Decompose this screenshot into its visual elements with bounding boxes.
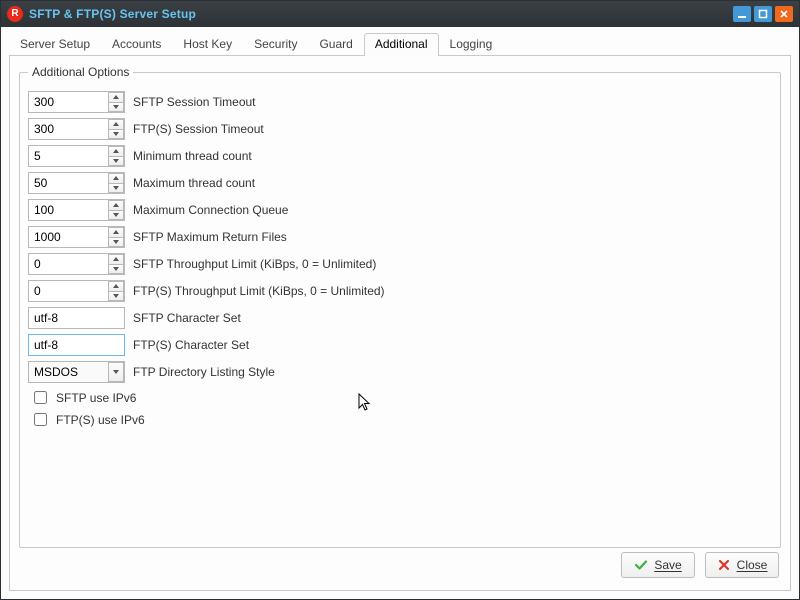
close-button[interactable]: Close <box>705 552 779 578</box>
spin-down-icon[interactable] <box>108 264 124 275</box>
spin-down-icon[interactable] <box>108 237 124 248</box>
client-area: Server Setup Accounts Host Key Security … <box>1 27 799 599</box>
spin-up-icon[interactable] <box>108 200 124 210</box>
window-controls <box>733 6 793 22</box>
spin-down-icon[interactable] <box>108 156 124 167</box>
close-icon <box>717 558 731 572</box>
ftps-ipv6-input[interactable] <box>34 413 47 426</box>
close-button-label: Close <box>737 558 768 572</box>
sftp-charset-label: SFTP Character Set <box>133 311 241 325</box>
max-threads-label: Maximum thread count <box>133 176 255 190</box>
save-button-label: Save <box>654 558 681 572</box>
spin-down-icon[interactable] <box>108 102 124 113</box>
spin-up-icon[interactable] <box>108 173 124 183</box>
min-threads-label: Minimum thread count <box>133 149 252 163</box>
sftp-max-return-label: SFTP Maximum Return Files <box>133 230 287 244</box>
ftps-session-timeout-spinner[interactable] <box>28 118 125 140</box>
dialog-footer: Save Close <box>19 548 781 584</box>
group-legend: Additional Options <box>28 65 133 79</box>
ftp-dirstyle-combo[interactable] <box>28 361 125 383</box>
ftps-charset-input[interactable] <box>28 334 125 356</box>
spin-down-icon[interactable] <box>108 291 124 302</box>
title-bar[interactable]: R SFTP & FTP(S) Server Setup <box>1 1 799 27</box>
tab-host-key[interactable]: Host Key <box>172 33 243 56</box>
sftp-ipv6-checkbox[interactable]: SFTP use IPv6 <box>30 388 772 407</box>
app-icon: R <box>7 6 23 22</box>
tab-security[interactable]: Security <box>243 33 308 56</box>
sftp-session-timeout-spinner[interactable] <box>28 91 125 113</box>
tab-guard[interactable]: Guard <box>308 33 363 56</box>
window-title: SFTP & FTP(S) Server Setup <box>29 7 196 21</box>
ftps-ipv6-label: FTP(S) use IPv6 <box>56 413 145 427</box>
spin-up-icon[interactable] <box>108 227 124 237</box>
additional-options-group: Additional Options SFTP Session Timeout … <box>19 65 781 548</box>
tab-bar: Server Setup Accounts Host Key Security … <box>9 33 791 56</box>
tab-additional[interactable]: Additional <box>364 33 439 56</box>
app-window: R SFTP & FTP(S) Server Setup Server Setu… <box>0 0 800 600</box>
max-conn-queue-label: Maximum Connection Queue <box>133 203 288 217</box>
tab-logging[interactable]: Logging <box>439 33 504 56</box>
sftp-throughput-spinner[interactable] <box>28 253 125 275</box>
spin-down-icon[interactable] <box>108 183 124 194</box>
sftp-ipv6-input[interactable] <box>34 391 47 404</box>
ftp-dirstyle-label: FTP Directory Listing Style <box>133 365 275 379</box>
tab-panel: Additional Options SFTP Session Timeout … <box>9 56 791 591</box>
ftps-ipv6-checkbox[interactable]: FTP(S) use IPv6 <box>30 410 772 429</box>
sftp-ipv6-label: SFTP use IPv6 <box>56 391 136 405</box>
max-threads-spinner[interactable] <box>28 172 125 194</box>
sftp-throughput-label: SFTP Throughput Limit (KiBps, 0 = Unlimi… <box>133 257 376 271</box>
spin-up-icon[interactable] <box>108 254 124 264</box>
chevron-down-icon[interactable] <box>108 362 124 382</box>
max-conn-queue-spinner[interactable] <box>28 199 125 221</box>
check-icon <box>634 558 648 572</box>
spin-up-icon[interactable] <box>108 146 124 156</box>
sftp-max-return-spinner[interactable] <box>28 226 125 248</box>
maximize-button[interactable] <box>754 6 772 22</box>
sftp-session-timeout-label: SFTP Session Timeout <box>133 95 256 109</box>
spin-down-icon[interactable] <box>108 129 124 140</box>
spin-up-icon[interactable] <box>108 92 124 102</box>
ftps-charset-label: FTP(S) Character Set <box>133 338 249 352</box>
min-threads-spinner[interactable] <box>28 145 125 167</box>
tab-server-setup[interactable]: Server Setup <box>9 33 101 56</box>
tab-accounts[interactable]: Accounts <box>101 33 172 56</box>
ftps-throughput-label: FTP(S) Throughput Limit (KiBps, 0 = Unli… <box>133 284 385 298</box>
ftps-session-timeout-label: FTP(S) Session Timeout <box>133 122 264 136</box>
ftps-throughput-spinner[interactable] <box>28 280 125 302</box>
sftp-charset-input[interactable] <box>28 307 125 329</box>
minimize-button[interactable] <box>733 6 751 22</box>
spin-up-icon[interactable] <box>108 281 124 291</box>
spin-up-icon[interactable] <box>108 119 124 129</box>
save-button[interactable]: Save <box>621 552 695 578</box>
spin-down-icon[interactable] <box>108 210 124 221</box>
close-window-button[interactable] <box>775 6 793 22</box>
